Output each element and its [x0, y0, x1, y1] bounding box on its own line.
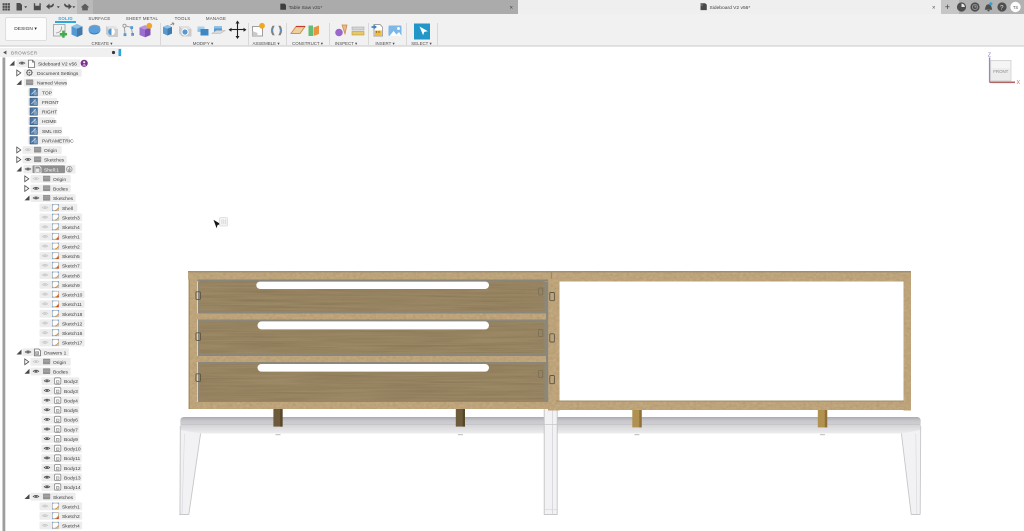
svg-text:+: + [945, 2, 950, 12]
svg-text:Sketch8: Sketch8 [62, 273, 80, 279]
svg-text:×: × [510, 5, 514, 11]
svg-text:Origin: Origin [53, 177, 66, 183]
svg-text:×: × [932, 5, 936, 11]
svg-text:PARAMETRIC: PARAMETRIC [42, 138, 74, 144]
svg-text:Bodies: Bodies [53, 370, 69, 376]
svg-text:Body3: Body3 [64, 389, 78, 395]
svg-text:HOME: HOME [42, 119, 57, 125]
svg-text:Sketch17: Sketch17 [62, 341, 83, 347]
svg-text:Sideboard V2 v56*: Sideboard V2 v56* [710, 5, 751, 11]
svg-text:Sketches: Sketches [44, 158, 65, 164]
svg-text:FRONT: FRONT [993, 69, 1008, 74]
svg-text:Document Settings: Document Settings [37, 71, 79, 77]
svg-text:Sketch10: Sketch10 [62, 293, 83, 299]
svg-text:Origin: Origin [53, 360, 66, 366]
svg-text:Body14: Body14 [64, 485, 81, 491]
svg-text:TOP: TOP [42, 90, 52, 96]
svg-text:Origin: Origin [44, 148, 57, 154]
svg-text:Body13: Body13 [64, 476, 81, 482]
svg-text:Table Saw v31*: Table Saw v31* [289, 5, 323, 11]
svg-text:Sketch4: Sketch4 [62, 225, 80, 231]
svg-text:Named Views: Named Views [37, 81, 68, 87]
svg-text:Body5: Body5 [64, 408, 78, 414]
svg-text:?: ? [1000, 4, 1004, 11]
svg-text:Sketch16: Sketch16 [62, 331, 83, 337]
svg-text:Body7: Body7 [64, 427, 78, 433]
svg-text:Body10: Body10 [64, 447, 81, 453]
svg-text:Sketch12: Sketch12 [62, 321, 83, 327]
svg-text:Z: Z [988, 52, 992, 58]
svg-text:Sketches: Sketches [53, 495, 74, 501]
svg-text:Sketch11: Sketch11 [62, 302, 82, 308]
svg-text:Sketch2: Sketch2 [62, 514, 80, 520]
svg-text:Body9: Body9 [64, 437, 78, 443]
svg-text:Bodies: Bodies [53, 187, 69, 193]
svg-text:X: X [1017, 80, 1021, 86]
svg-text:Sketches: Sketches [53, 196, 74, 202]
svg-text:Sketch9: Sketch9 [62, 283, 80, 289]
svg-text:Sketch18: Sketch18 [62, 312, 83, 318]
svg-text:Shell:1: Shell:1 [44, 167, 59, 173]
svg-text:Sketch3: Sketch3 [62, 216, 80, 222]
svg-text:Sketch5: Sketch5 [62, 254, 80, 260]
svg-text:Body2: Body2 [64, 379, 78, 385]
svg-text:RIGHT: RIGHT [42, 110, 57, 116]
svg-text:Sideboard V2 v56: Sideboard V2 v56 [38, 61, 77, 67]
svg-text:Body12: Body12 [64, 466, 81, 472]
svg-text:SML ISO: SML ISO [42, 129, 62, 135]
svg-text:Shell: Shell [62, 206, 73, 212]
svg-text:Drawers 1: Drawers 1 [44, 350, 67, 356]
svg-text:TS: TS [1013, 5, 1019, 10]
svg-text:Sketch4: Sketch4 [62, 524, 80, 530]
svg-text:Sketch1: Sketch1 [62, 235, 80, 241]
svg-text:BROWSER: BROWSER [11, 51, 38, 56]
svg-text:Body4: Body4 [64, 399, 78, 405]
svg-text:Sketch7: Sketch7 [62, 264, 80, 270]
svg-text:Body6: Body6 [64, 418, 78, 424]
svg-text:FRONT: FRONT [42, 100, 59, 106]
svg-text:Sketch2: Sketch2 [62, 244, 80, 250]
svg-text:Body11: Body11 [64, 456, 81, 462]
svg-text:Sketch1: Sketch1 [62, 504, 80, 510]
